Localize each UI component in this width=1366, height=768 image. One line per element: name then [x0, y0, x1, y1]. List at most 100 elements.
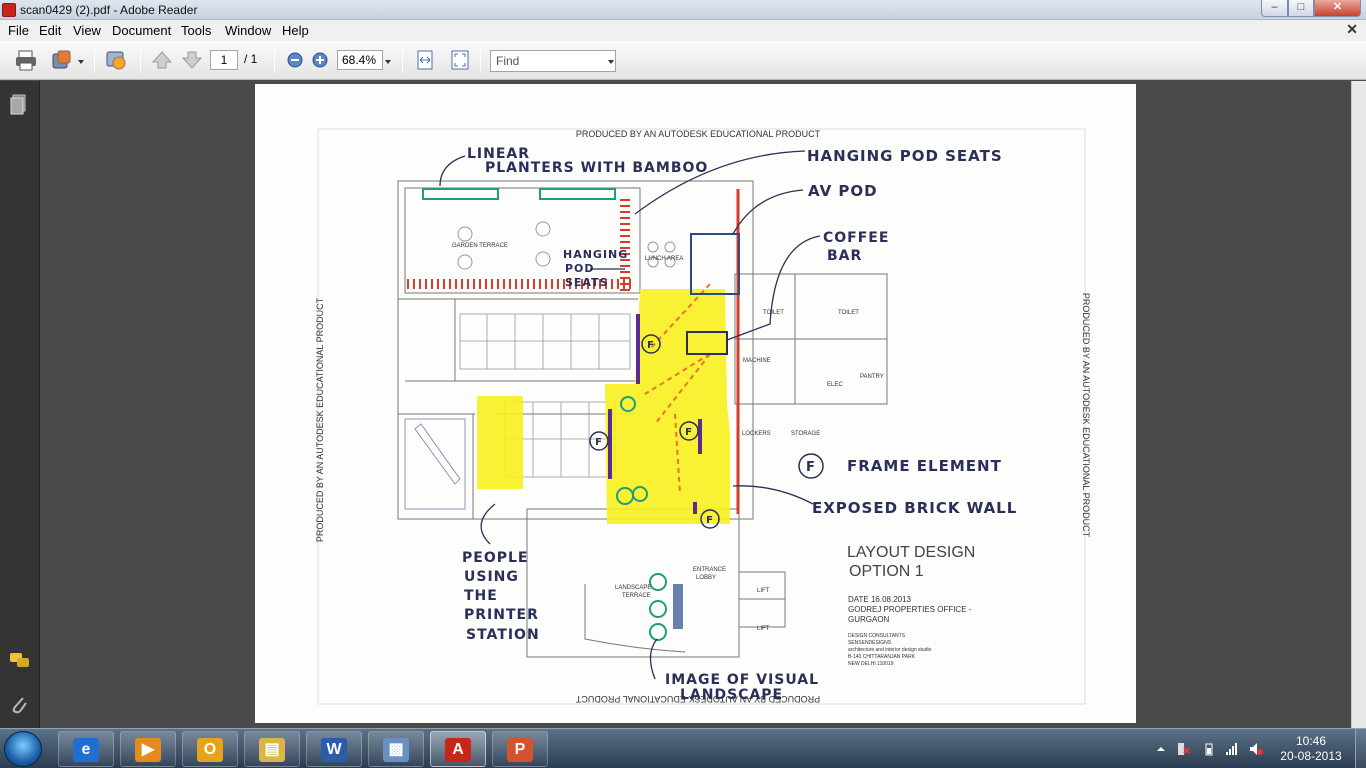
battery-icon[interactable] — [1202, 742, 1216, 756]
annotation-station: STATION — [466, 627, 540, 643]
clock-time: 10:46 — [1295, 734, 1327, 748]
annotation-hanging-pod-seats: HANGING POD SEATS — [807, 147, 1003, 165]
annotation-pod-small: POD — [565, 262, 595, 275]
print-icon[interactable] — [14, 49, 38, 71]
action-center-icon[interactable] — [1176, 742, 1190, 756]
title-consultants-4: B-140 CHITTARANJAN PARK — [848, 654, 916, 660]
title-consultants-3: architecture and interior design studio — [848, 647, 932, 653]
floor-plan-drawing: PRODUCED BY AN AUTODESK EDUCATIONAL PROD… — [315, 128, 1091, 705]
zoom-in-icon[interactable] — [309, 49, 333, 71]
menu-view[interactable]: View — [73, 23, 101, 38]
close-button[interactable]: ✕ — [1314, 0, 1361, 17]
next-page-icon[interactable] — [180, 49, 204, 71]
watermark-left: PRODUCED BY AN AUTODESK EDUCATIONAL PROD… — [315, 297, 325, 542]
annotation-the: THE — [464, 588, 498, 604]
annotation-coffee: COFFEE — [823, 230, 889, 246]
menu-tools[interactable]: Tools — [181, 23, 211, 38]
find-dropdown-icon[interactable] — [608, 60, 614, 64]
pages-icon[interactable] — [9, 93, 29, 115]
menu-window[interactable]: Window — [225, 23, 271, 38]
show-desktop-button[interactable] — [1355, 729, 1366, 768]
label-lobby: LOBBY — [696, 575, 716, 581]
collaborate-icon[interactable] — [104, 49, 128, 71]
clock-date: 20-08-2013 — [1280, 749, 1342, 763]
show-hidden-icons-icon[interactable] — [1154, 742, 1168, 756]
word-icon[interactable]: W — [306, 731, 362, 767]
annotation-image-of-visual: IMAGE OF VISUAL — [665, 672, 819, 688]
annotation-frame-element: FRAME ELEMENT — [847, 457, 1002, 475]
label-elec: ELEC — [827, 382, 843, 388]
share-icon[interactable] — [50, 49, 74, 71]
menu-bar: File Edit View Document Tools Window Hel… — [0, 20, 1366, 41]
title-consultants-2: SENSENDESIGNS — [848, 640, 892, 646]
toolbar: 1 / 1 68.4% Find — [0, 41, 1366, 80]
adobe-reader-icon[interactable]: A — [430, 731, 486, 767]
annotation-planters: PLANTERS WITH BAMBOO — [485, 160, 708, 176]
printer-highlight-zone — [477, 396, 523, 489]
frame-marker-f4: F — [706, 515, 714, 526]
network-signal-icon[interactable] — [1225, 742, 1239, 756]
adobe-reader-app-icon[interactable] — [2, 3, 16, 17]
menu-document[interactable]: Document — [112, 23, 171, 38]
conference-table — [404, 418, 466, 510]
menu-edit[interactable]: Edit — [39, 23, 61, 38]
label-terrace: TERRACE — [622, 593, 651, 599]
share-dropdown-icon[interactable] — [78, 60, 84, 64]
page-number-input[interactable]: 1 — [210, 50, 238, 70]
title-consultants-5: NEW DELHI 110019 — [848, 661, 894, 667]
remote-desktop-icon[interactable]: ▩ — [368, 731, 424, 767]
label-machine: MACHINE — [743, 358, 771, 364]
maximize-button[interactable]: □ — [1288, 0, 1314, 17]
outlook-icon[interactable]: O — [182, 731, 238, 767]
media-player-icon[interactable]: ▶ — [120, 731, 176, 767]
label-lunch-area: LUNCH AREA — [645, 256, 683, 262]
page-total: / 1 — [244, 52, 258, 66]
menu-help[interactable]: Help — [282, 23, 309, 38]
minimize-button[interactable]: – — [1261, 0, 1288, 17]
label-toilet-2: TOILET — [838, 310, 859, 316]
toolbar-separator — [94, 49, 95, 73]
title-date: DATE 16.08.2013 — [848, 595, 912, 604]
annotation-av-pod: AV POD — [808, 182, 878, 200]
powerpoint-icon[interactable]: P — [492, 731, 548, 767]
annotation-seats-small: SEATS — [565, 276, 609, 289]
toolbar-separator — [274, 49, 275, 73]
planter-1 — [422, 188, 499, 200]
prev-page-icon[interactable] — [150, 49, 174, 71]
internet-explorer-icon[interactable]: e — [58, 731, 114, 767]
label-lockers: LOCKERS — [742, 431, 771, 437]
close-document-button[interactable]: ✕ — [1346, 21, 1358, 38]
menu-file[interactable]: File — [8, 23, 29, 38]
find-input[interactable]: Find — [490, 50, 616, 72]
watermark-right: PRODUCED BY AN AUTODESK EDUCATIONAL PROD… — [1081, 293, 1091, 538]
attachments-icon[interactable] — [9, 693, 29, 715]
title-consultants-1: DESIGN CONSULTANTS — [848, 633, 906, 639]
vertical-scrollbar[interactable] — [1351, 81, 1366, 728]
label-entrance: ENTRANCE — [693, 567, 726, 573]
annotation-landscape: LANDSCAPE — [680, 687, 783, 703]
start-button[interactable] — [4, 731, 42, 767]
taskbar-clock[interactable]: 10:46 20-08-2013 — [1276, 734, 1346, 764]
frame-marker-f2: F — [595, 437, 603, 448]
volume-muted-icon[interactable] — [1249, 742, 1263, 756]
comments-icon[interactable] — [9, 651, 29, 673]
label-toilet-1: TOILET — [763, 310, 784, 316]
annotation-people: PEOPLE — [462, 550, 528, 566]
frame-marker-f1: F — [647, 340, 655, 351]
label-pantry: PANTRY — [860, 374, 884, 380]
toolbar-separator — [480, 49, 481, 73]
navigation-pane — [0, 81, 40, 728]
zoom-dropdown-icon[interactable] — [385, 60, 391, 64]
fit-width-icon[interactable] — [413, 49, 437, 71]
title-bar: scan0429 (2).pdf - Adobe Reader – □ ✕ — [0, 0, 1366, 20]
label-landscape: LANDSCAPE — [615, 585, 651, 591]
handwritten-annotations: LINEAR PLANTERS WITH BAMBOO HANGING POD … — [462, 146, 1016, 703]
file-explorer-icon[interactable]: ▤ — [244, 731, 300, 767]
zoom-level-input[interactable]: 68.4% — [337, 50, 383, 70]
title-client-1: GODREJ PROPERTIES OFFICE - — [848, 605, 972, 614]
title-client-2: GURGAON — [848, 615, 890, 624]
fit-page-icon[interactable] — [448, 49, 472, 71]
legend-frame-letter: F — [806, 460, 816, 475]
label-lift-2: LIFT — [757, 626, 770, 632]
zoom-out-icon[interactable] — [284, 49, 308, 71]
